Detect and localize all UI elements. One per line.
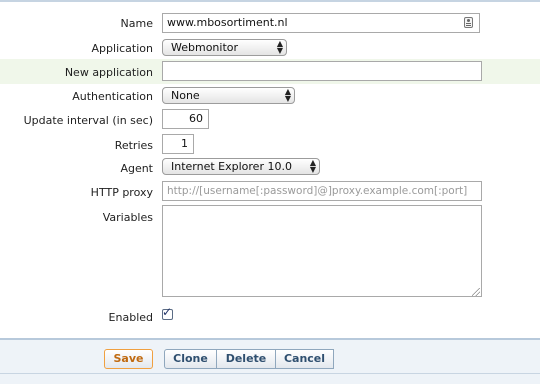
authentication-select-value: None xyxy=(171,89,200,102)
retries-label: Retries xyxy=(114,139,153,152)
http-proxy-input[interactable]: http://[username[:password]@]proxy.examp… xyxy=(162,181,482,201)
agent-select[interactable]: Internet Explorer 10.0 ▲ ▼ xyxy=(162,158,320,175)
update-interval-input[interactable]: 60 xyxy=(162,109,209,129)
enabled-label: Enabled xyxy=(108,311,153,324)
save-button[interactable]: Save xyxy=(104,349,153,369)
http-proxy-label: HTTP proxy xyxy=(90,186,153,199)
row-variables: Variables xyxy=(0,205,540,298)
row-http-proxy: HTTP proxy http://[username[:password]@]… xyxy=(0,180,540,204)
resize-grip-icon[interactable] xyxy=(472,288,480,296)
new-application-input[interactable] xyxy=(162,61,482,81)
name-input[interactable]: www.mbosortiment.nl xyxy=(162,13,480,33)
row-authentication: Authentication None ▲ ▼ xyxy=(0,85,540,107)
agent-select-value: Internet Explorer 10.0 xyxy=(171,160,292,173)
variables-textarea[interactable] xyxy=(162,205,482,297)
row-update-interval: Update interval (in sec) 60 xyxy=(0,108,540,132)
form-top-border xyxy=(0,0,540,2)
delete-button[interactable]: Delete xyxy=(217,349,276,369)
select-arrows-icon: ▲ ▼ xyxy=(284,87,291,103)
row-new-application: New application xyxy=(0,59,540,84)
enabled-checkbox[interactable]: ✓ xyxy=(162,305,173,320)
row-enabled: Enabled ✓ xyxy=(0,305,540,328)
application-label: Application xyxy=(91,42,153,55)
application-select-value: Webmonitor xyxy=(171,41,239,54)
variables-label: Variables xyxy=(102,211,153,224)
update-interval-label: Update interval (in sec) xyxy=(23,114,153,127)
name-label: Name xyxy=(120,17,153,30)
application-select[interactable]: Webmonitor ▲ ▼ xyxy=(162,39,287,56)
cancel-button[interactable]: Cancel xyxy=(276,349,334,369)
contact-card-icon[interactable] xyxy=(464,17,473,28)
footer-divider xyxy=(0,373,540,374)
new-application-label: New application xyxy=(64,66,153,79)
authentication-select[interactable]: None ▲ ▼ xyxy=(162,87,295,104)
agent-label: Agent xyxy=(120,162,153,175)
row-retries: Retries 1 xyxy=(0,133,540,157)
row-name: Name www.mbosortiment.nl xyxy=(0,12,540,34)
select-arrows-icon: ▲ ▼ xyxy=(309,158,316,174)
row-application: Application Webmonitor ▲ ▼ xyxy=(0,37,540,59)
select-arrows-icon: ▲ ▼ xyxy=(276,39,283,55)
clone-button[interactable]: Clone xyxy=(164,349,217,369)
authentication-label: Authentication xyxy=(72,90,153,103)
checkmark-icon: ✓ xyxy=(162,305,173,319)
retries-input[interactable]: 1 xyxy=(162,134,194,154)
row-agent: Agent Internet Explorer 10.0 ▲ ▼ xyxy=(0,157,540,179)
